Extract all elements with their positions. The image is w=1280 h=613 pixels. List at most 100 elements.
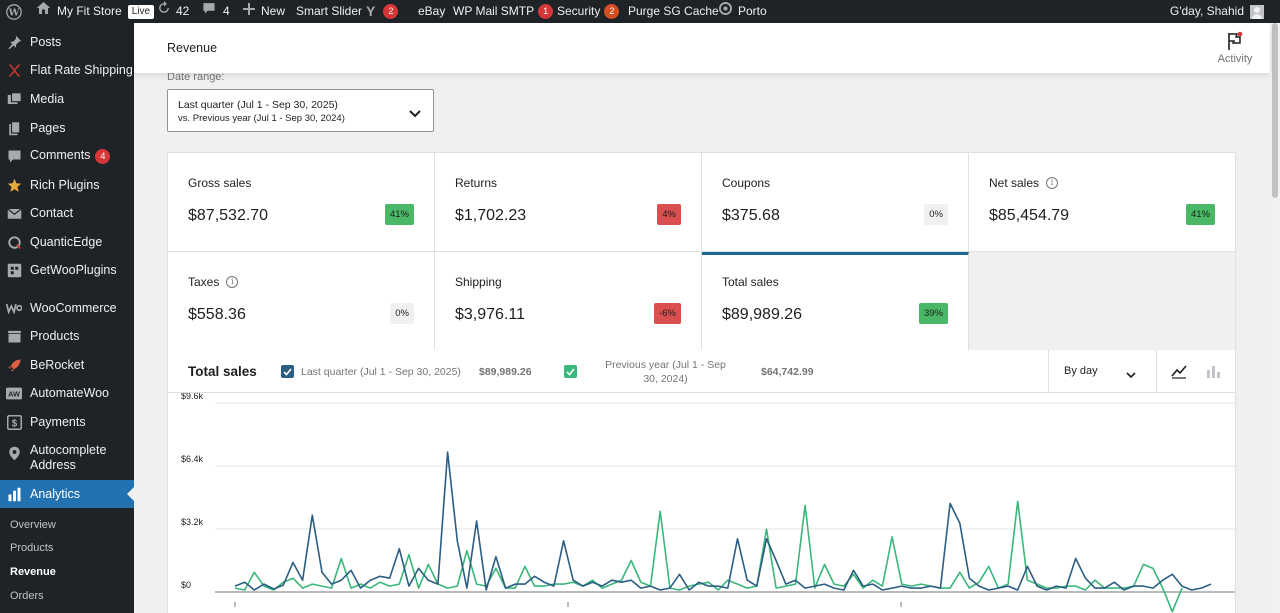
yoast-count: 2 [383,4,399,19]
sidebar-item-label: Pages [30,120,66,135]
series-line-current[interactable] [234,451,1212,591]
sidebar-item-label: Analytics [30,486,81,501]
new-content-link[interactable]: New [243,0,285,23]
chevron-down-icon[interactable] [1126,366,1136,384]
yoast-icon: Y [366,3,376,19]
svg-text:AW: AW [8,389,20,398]
summary-tile-taxes[interactable]: Taxes i $558.36 0% [168,252,435,351]
sidebar-item-analytics[interactable]: Analytics [0,480,134,508]
legend-label-previous: Previous year (Jul 1 - Sep 30, 2024) [593,358,738,386]
sidebar-item-getwooplugins[interactable]: GetWooPlugins [0,261,134,279]
sidebar-item-woocommerce[interactable]: WooCommerce [0,299,134,317]
revenue-line-chart: $9.6k $6.4k $3.2k $0 [181,393,1235,613]
account-menu[interactable]: G'day, Shahid [1170,0,1264,23]
wp-mail-smtp-link[interactable]: WP Mail SMTP 1 [453,0,554,23]
flag-icon [1210,31,1260,53]
submenu-overview[interactable]: Overview [10,519,56,531]
series-line-previous[interactable] [234,500,1183,613]
sidebar-item-berocket[interactable]: BeRocket [0,356,134,374]
sidebar-item-label: Posts [30,34,62,49]
header-divider [1156,350,1157,393]
sidebar-item-posts[interactable]: Posts [0,33,134,51]
interval-select[interactable]: By day [1064,365,1098,377]
avatar [1250,4,1264,19]
smart-slider-link[interactable]: Smart Slider [296,0,362,23]
date-range-picker[interactable]: Last quarter (Jul 1 - Sep 30, 2025) vs. … [167,89,434,132]
live-badge: Live [127,4,155,19]
svg-text:$: $ [11,418,17,429]
y-tick-label: $0 [181,580,191,590]
tile-delta-badge: 0% [924,204,948,225]
bar-chart-toggle-icon[interactable] [1205,363,1221,384]
summary-tile-coupons[interactable]: Coupons $375.68 0% [702,153,969,252]
bar-chart-icon [6,486,22,502]
sidebar-item-payments[interactable]: $ Payments [0,413,134,431]
sidebar-item-contact[interactable]: Contact [0,204,134,222]
chart-header: Total sales Last quarter (Jul 1 - Sep 30… [168,350,1235,393]
comments-link[interactable]: 4 [202,0,230,23]
legend-checkbox-current[interactable] [281,365,294,378]
home-icon [36,0,51,23]
submenu-revenue[interactable]: Revenue [10,566,56,578]
summary-tile-gross-sales[interactable]: Gross sales $87,532.70 41% [168,153,435,252]
activity-button[interactable]: Activity [1210,31,1260,65]
summary-numbers: Gross sales $87,532.70 41% Returns $1,70… [167,152,1236,351]
sidebar-item-comments[interactable]: Comments 4 [0,147,134,165]
info-icon[interactable]: i [1046,177,1059,189]
scrollbar-thumb[interactable] [1272,23,1278,198]
porto-icon [719,0,732,23]
security-label: Security [557,4,601,18]
submenu-products[interactable]: Products [10,542,53,554]
admin-sidebar: Posts Flat Rate Shipping Media Pages Com… [0,23,134,613]
comments-icon [6,148,22,164]
theme-label: Porto [738,4,767,18]
theme-link[interactable]: Porto [719,0,767,23]
line-chart-icon[interactable] [1171,363,1187,384]
ebay-label: eBay [418,4,446,18]
legend-checkbox-previous[interactable] [564,365,577,378]
site-name-link[interactable]: My Fit Store Live [36,0,155,23]
summary-tile-shipping[interactable]: Shipping $3,976.11 -6% [435,252,702,351]
tile-label: Taxes i [188,275,239,289]
comments-count: 4 [223,4,230,18]
updates-count: 42 [176,4,190,18]
sidebar-item-label: AutomateWoo [30,385,109,400]
aw-icon: AW [6,385,22,401]
page-scrollbar[interactable] [1270,23,1280,613]
security-link[interactable]: Security 2 [557,0,620,23]
ebay-link[interactable]: eBay [418,0,445,23]
comment-bubble-icon [202,0,216,23]
tile-label: Shipping [455,275,502,289]
sidebar-item-products[interactable]: Products [0,327,134,345]
sidebar-item-label: Payments [30,414,86,429]
tile-delta-badge: 41% [384,204,414,225]
yoast-link[interactable]: Y 2 [366,0,399,23]
submenu-orders[interactable]: Orders [10,590,44,602]
tile-label: Total sales [722,275,779,289]
sidebar-item-flat-rate-shipping[interactable]: Flat Rate Shipping [0,61,134,79]
tile-label: Coupons [722,176,771,190]
sidebar-item-quanticedge[interactable]: QuanticEdge [0,233,134,251]
tile-delta-badge: -6% [654,303,681,324]
sidebar-item-autocomplete-address[interactable]: Autocomplete Address [0,441,134,475]
sidebar-item-automatewoo[interactable]: AW AutomateWoo [0,384,134,402]
sidebar-item-media[interactable]: Media [0,90,134,108]
sidebar-item-pages[interactable]: Pages [0,119,134,137]
wp-mail-smtp-label: WP Mail SMTP [453,4,535,18]
wordpress-logo-icon[interactable]: W [6,0,22,23]
info-icon[interactable]: i [226,276,239,288]
purge-cache-link[interactable]: Purge SG Cache [628,0,719,23]
summary-tile-net-sales[interactable]: Net sales i $85,454.79 41% [969,153,1235,252]
sidebar-item-rich-plugins[interactable]: Rich Plugins [0,176,134,194]
header-divider [1048,350,1049,393]
chart-panel: Total sales Last quarter (Jul 1 - Sep 30… [167,350,1236,613]
tile-delta-badge: 4% [657,204,681,225]
date-range-primary: Last quarter (Jul 1 - Sep 30, 2025) [178,99,338,111]
summary-tile-total-sales[interactable]: Total sales $89,989.26 39% [702,252,969,351]
summary-tile-returns[interactable]: Returns $1,702.23 4% [435,153,702,252]
legend-label-previous-line2: 30, 2024) [643,373,688,385]
box-icon [6,328,22,344]
page-header: Revenue Activity [134,23,1270,73]
updates-link[interactable]: 42 [157,0,189,23]
chart-title: Total sales [188,364,257,379]
